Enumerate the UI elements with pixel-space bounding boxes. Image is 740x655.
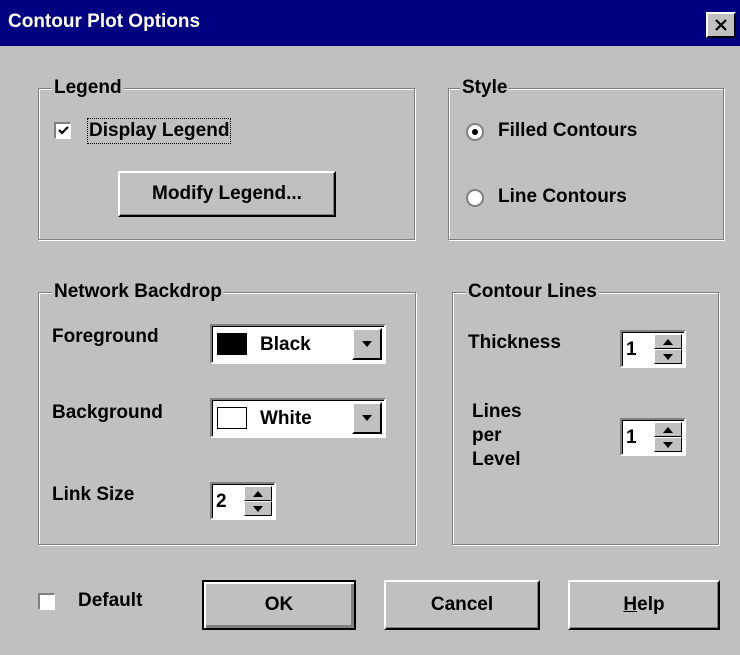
chevron-down-icon [362, 341, 372, 347]
lines-per-level-label-line2: per [472, 425, 502, 446]
spin-up-icon [663, 426, 673, 433]
display-legend-checkbox[interactable] [54, 122, 71, 139]
lines-per-level-up-button[interactable] [654, 422, 682, 437]
thickness-spinner[interactable]: 1 [620, 330, 686, 368]
spin-down-icon [663, 353, 673, 360]
cancel-button[interactable]: Cancel [384, 580, 540, 630]
default-label[interactable]: Default [78, 590, 142, 612]
link-size-down-button[interactable] [244, 501, 272, 516]
lines-per-level-value: 1 [626, 427, 637, 448]
close-icon [715, 19, 727, 31]
background-label: Background [52, 402, 163, 423]
modify-legend-button-label: Modify Legend... [152, 183, 302, 204]
foreground-select[interactable]: Black [210, 324, 386, 364]
link-size-spinner[interactable]: 2 [210, 482, 276, 520]
background-dropdown-button[interactable] [352, 402, 382, 434]
lines-per-level-spin-buttons [654, 422, 682, 452]
line-contours-radio[interactable] [466, 189, 484, 207]
thickness-spin-buttons [654, 334, 682, 364]
foreground-value: Black [260, 334, 311, 355]
link-size-label: Link Size [52, 484, 135, 505]
lines-per-level-spinner[interactable]: 1 [620, 418, 686, 456]
filled-contours-radio[interactable] [466, 123, 484, 141]
spin-down-icon [253, 505, 263, 512]
background-select[interactable]: White [210, 398, 386, 438]
foreground-label: Foreground [52, 326, 159, 347]
checkmark-icon [57, 126, 69, 135]
legend-group-label: Legend [52, 77, 124, 98]
thickness-label: Thickness [468, 332, 561, 353]
background-value: White [260, 408, 312, 429]
link-size-up-button[interactable] [244, 486, 272, 501]
link-size-spin-buttons [244, 486, 272, 516]
chevron-down-icon [362, 415, 372, 421]
help-label-rest: elp [637, 594, 665, 615]
thickness-down-button[interactable] [654, 349, 682, 364]
link-size-value: 2 [216, 491, 227, 512]
network-backdrop-group-label: Network Backdrop [52, 281, 224, 302]
style-group-label: Style [460, 77, 510, 98]
contour-lines-group-label: Contour Lines [466, 281, 599, 302]
legend-group [38, 88, 415, 240]
default-checkbox[interactable] [38, 593, 55, 610]
lines-per-level-label-line3: Level [472, 449, 521, 470]
ok-button[interactable]: OK [202, 580, 356, 630]
spin-up-icon [253, 490, 263, 497]
modify-legend-button[interactable]: Modify Legend... [118, 171, 336, 217]
radio-selected-dot [472, 129, 478, 135]
spin-down-icon [663, 441, 673, 448]
foreground-dropdown-button[interactable] [352, 328, 382, 360]
window-title: Contour Plot Options [8, 11, 201, 32]
help-button-label: Help [623, 594, 664, 616]
close-button[interactable] [706, 12, 736, 38]
cancel-button-label: Cancel [430, 594, 494, 615]
lines-per-level-down-button[interactable] [654, 437, 682, 452]
thickness-value: 1 [626, 339, 637, 360]
help-button[interactable]: Help [568, 580, 720, 630]
help-mnemonic: H [623, 594, 638, 615]
ok-button-label: OK [264, 594, 294, 615]
line-contours-label[interactable]: Line Contours [498, 186, 627, 208]
spin-up-icon [663, 338, 673, 345]
lines-per-level-label-line1: Lines [472, 401, 522, 422]
style-group [448, 88, 724, 240]
display-legend-label[interactable]: Display Legend [86, 118, 232, 144]
filled-contours-label[interactable]: Filled Contours [498, 120, 637, 142]
thickness-up-button[interactable] [654, 334, 682, 349]
lines-per-level-label: Lines per Level [472, 400, 522, 472]
foreground-color-swatch [217, 333, 247, 355]
background-color-swatch [217, 407, 247, 429]
